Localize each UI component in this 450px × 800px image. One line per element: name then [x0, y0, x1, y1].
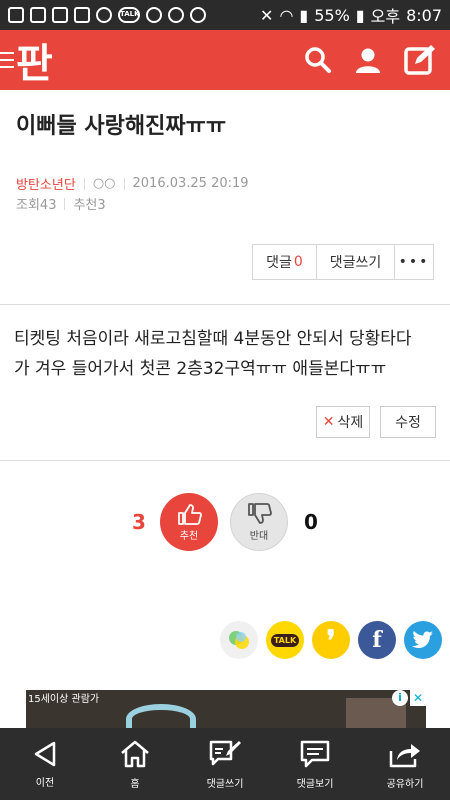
thumbs-down-icon — [248, 502, 272, 524]
ad-banner[interactable]: 15세이상 관람가 i ✕ — [26, 690, 426, 730]
meta-divider — [83, 177, 85, 190]
comment-button-group: 댓글 0 댓글쓰기 ••• — [252, 244, 434, 280]
kakaostory-icon — [229, 631, 249, 649]
facebook-notification-icon — [52, 7, 68, 23]
author-name[interactable]: 방탄소년단 — [16, 174, 76, 193]
meta-divider — [123, 177, 125, 190]
clock-ampm: 오후 — [370, 7, 401, 26]
comments-icon — [300, 740, 330, 767]
recommend-label: 추천 — [179, 530, 199, 542]
phone-notification-icon — [30, 7, 46, 23]
facebook-icon: f — [372, 627, 382, 653]
delete-x-icon: ✕ — [322, 414, 335, 430]
back-arrow-icon — [34, 741, 56, 766]
recommend-button[interactable]: 추천 — [160, 493, 218, 551]
home-icon — [121, 740, 149, 767]
ad-info-icon[interactable]: i — [392, 690, 408, 706]
oppose-label: 반대 — [249, 530, 269, 542]
twitter-share-button[interactable] — [404, 621, 442, 659]
more-options-button[interactable]: ••• — [395, 245, 433, 279]
kakaotalk-notification-icon: TALK — [118, 7, 140, 23]
thumbs-up-icon — [178, 503, 202, 525]
kakaostory-share-button[interactable] — [220, 621, 258, 659]
recommend-stat: 추천3 — [73, 198, 106, 213]
bottom-navigation: 이전 홈 댓글쓰기 댓글보기 공유하기 — [0, 728, 450, 800]
ad-close-icon[interactable]: ✕ — [410, 690, 426, 706]
nav-write-comment-label: 댓글쓰기 — [206, 778, 244, 790]
twitter-notification-icon — [96, 7, 112, 23]
post-body-line: 티켓팅 처음이라 새로고침할때 4분동안 안되서 당황타다 — [14, 329, 412, 349]
post-datetime: 2016.03.25 20:19 — [132, 176, 249, 191]
author-badge: ○○ — [92, 176, 116, 191]
nav-view-comments[interactable]: 댓글보기 — [270, 728, 360, 800]
kakaotalk-icon: TALK — [270, 633, 300, 647]
post-meta: 방탄소년단 ○○ 2016.03.25 20:19 — [16, 174, 249, 193]
status-bar: TALK ✕ ◠ ▮ 55% ▮ 오후 8:07 — [0, 0, 450, 30]
menu-icon[interactable] — [0, 52, 14, 68]
battery-icon: ▮ — [355, 5, 365, 25]
comments-button[interactable]: 댓글 0 — [253, 245, 317, 279]
search-icon[interactable] — [304, 46, 332, 74]
twitter-notification-icon-2 — [146, 7, 162, 23]
divider — [0, 304, 450, 305]
write-post-icon[interactable] — [404, 45, 436, 75]
user-icon[interactable] — [354, 46, 382, 74]
app-header: 판 — [0, 30, 450, 90]
nav-share-label: 공유하기 — [386, 778, 424, 790]
signal-icon: ▮ — [299, 5, 309, 25]
kakaotalk-share-button[interactable]: TALK — [266, 621, 304, 659]
post-body-line: 가 겨우 들어가서 첫콘 2층32구역ㅠㅠ 애들본다ㅠㅠ — [14, 359, 387, 379]
recommend-count: 3 — [132, 510, 146, 534]
ad-rating-label: 15세이상 관람가 — [28, 694, 100, 705]
nav-write-comment[interactable]: 댓글쓰기 — [180, 728, 270, 800]
chat-notification-icon — [8, 7, 24, 23]
facebook-share-button[interactable]: f — [358, 621, 396, 659]
write-comment-button[interactable]: 댓글쓰기 — [317, 245, 395, 279]
notification-icons: TALK — [8, 7, 206, 23]
views-stat: 조회43 — [16, 198, 57, 213]
twitter-notification-icon-3 — [168, 7, 184, 23]
quote-icon: ❜ — [326, 623, 336, 657]
divider — [0, 460, 450, 461]
nav-home-label: 홈 — [130, 778, 140, 790]
edit-button[interactable]: 수정 — [380, 406, 436, 438]
header-actions — [304, 45, 436, 75]
post-body: 티켓팅 처음이라 새로고침할때 4분동안 안되서 당황타다 가 겨우 들어가서 … — [14, 324, 438, 384]
twitter-icon — [412, 631, 433, 649]
oppose-count: 0 — [304, 510, 318, 534]
system-status: ✕ ◠ ▮ 55% ▮ 오후 8:07 — [260, 3, 442, 27]
mute-icon: ✕ — [260, 5, 274, 25]
wifi-icon: ◠ — [279, 5, 294, 25]
clock-time: 8:07 — [406, 5, 442, 25]
battery-percent: 55% — [314, 5, 350, 25]
post-title: 이뻐들 사랑해진짜ㅠㅠ — [16, 114, 227, 139]
nav-share[interactable]: 공유하기 — [360, 728, 450, 800]
oppose-button[interactable]: 반대 — [230, 493, 288, 551]
share-buttons: TALK ❜ f — [220, 621, 442, 659]
nav-view-comments-label: 댓글보기 — [296, 778, 334, 790]
ad-graphic — [126, 704, 196, 730]
twitter-notification-icon-4 — [190, 7, 206, 23]
nav-back[interactable]: 이전 — [0, 728, 90, 800]
meta-divider — [64, 197, 66, 210]
share-icon — [389, 743, 420, 767]
write-comment-icon — [209, 740, 241, 765]
quote-share-button[interactable]: ❜ — [312, 621, 350, 659]
post-stats: 조회43 추천3 — [16, 194, 106, 213]
nav-home[interactable]: 홈 — [90, 728, 180, 800]
pann-logo[interactable]: 판 — [16, 31, 53, 89]
nav-back-label: 이전 — [35, 777, 55, 789]
comment-count: 0 — [293, 254, 303, 270]
ad-controls: i ✕ — [392, 690, 426, 706]
delete-button[interactable]: ✕ 삭제 — [316, 406, 370, 438]
mail-notification-icon — [74, 7, 90, 23]
